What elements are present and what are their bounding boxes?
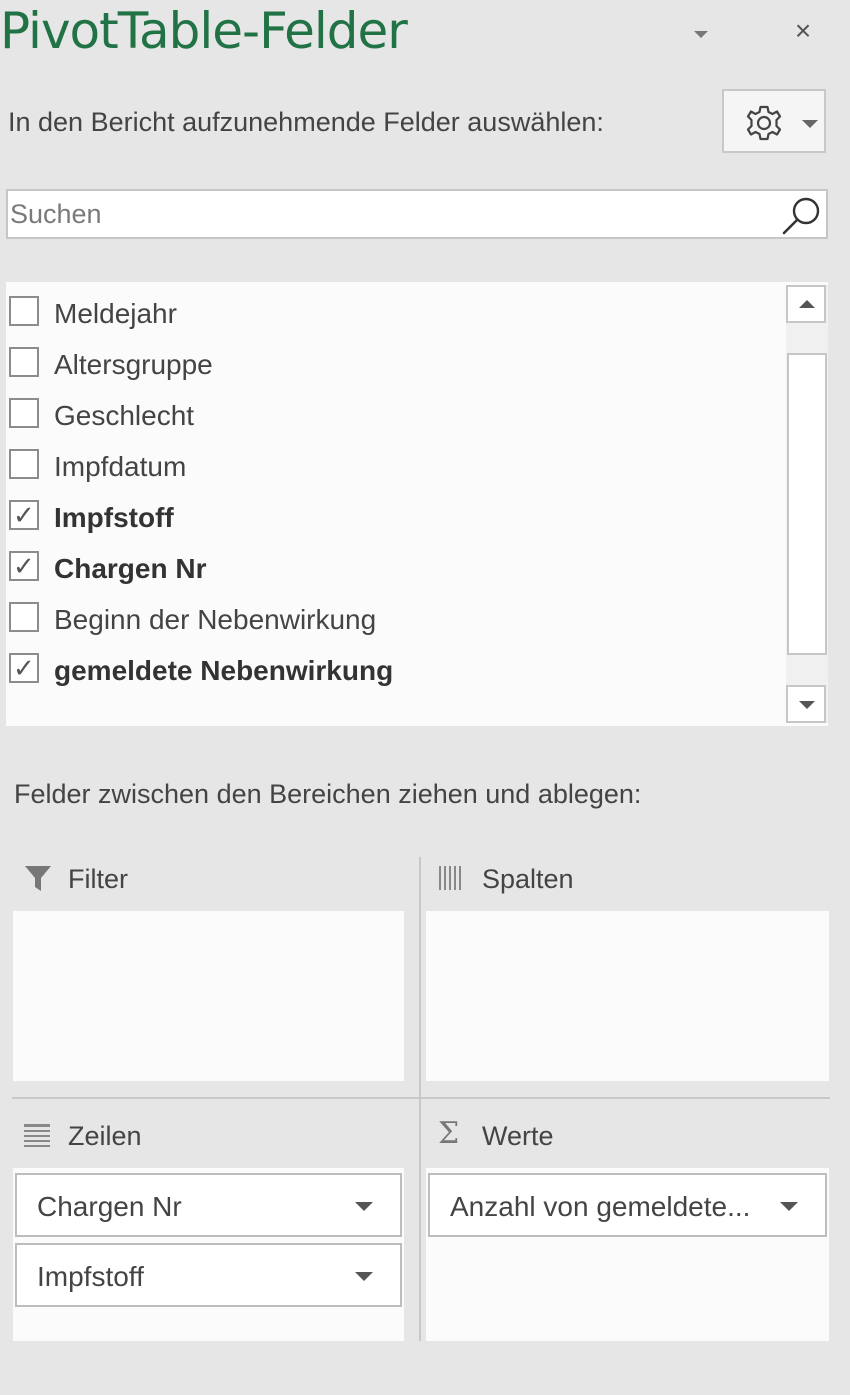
scrollbar-thumb[interactable] [787, 353, 827, 655]
field-item-impfstoff[interactable]: ✓ Impfstoff [6, 500, 776, 546]
area-divider-horizontal [12, 1097, 830, 1099]
field-checkbox[interactable] [9, 449, 39, 479]
columns-drop-zone[interactable] [426, 911, 829, 1081]
values-area-label: Werte [482, 1121, 554, 1151]
field-list-scrollbar[interactable] [786, 285, 828, 723]
field-item-impfdatum[interactable]: Impfdatum [6, 449, 776, 495]
field-item-beginn-der-nebenwirkung[interactable]: Beginn der Nebenwirkung [6, 602, 776, 648]
chip-label: Impfstoff [37, 1261, 144, 1292]
filter-area-label: Filter [68, 864, 128, 894]
checkmark-icon: ✓ [13, 500, 35, 530]
area-divider-vertical [419, 857, 421, 1341]
gear-icon [746, 105, 782, 141]
columns-area-label: Spalten [482, 864, 574, 894]
field-checkbox[interactable] [9, 296, 39, 326]
close-button[interactable]: × [788, 14, 818, 48]
field-label: Altersgruppe [54, 349, 213, 380]
field-label: Chargen Nr [54, 553, 207, 584]
chevron-down-icon [802, 120, 818, 128]
field-label: Meldejahr [54, 298, 177, 329]
chevron-down-icon[interactable] [355, 1202, 373, 1211]
search-box[interactable] [6, 189, 828, 239]
rows-field-chargen-nr[interactable]: Chargen Nr [15, 1173, 402, 1237]
filter-drop-zone[interactable] [13, 911, 404, 1081]
rows-icon [24, 1124, 50, 1147]
field-label: Geschlecht [54, 400, 195, 431]
field-item-chargen-nr[interactable]: ✓ Chargen Nr [6, 551, 776, 597]
filter-icon [25, 866, 51, 891]
chevron-down-icon[interactable] [780, 1202, 798, 1211]
field-label: Beginn der Nebenwirkung [54, 604, 377, 635]
scroll-down-button[interactable] [786, 685, 826, 723]
rows-field-impfstoff[interactable]: Impfstoff [15, 1243, 402, 1307]
field-label: gemeldete Nebenwirkung [54, 655, 394, 686]
field-checkbox[interactable]: ✓ [9, 653, 39, 683]
field-checkbox[interactable]: ✓ [9, 551, 39, 581]
chip-label: Chargen Nr [37, 1191, 182, 1222]
field-item-altersgruppe[interactable]: Altersgruppe [6, 347, 776, 393]
field-item-geschlecht[interactable]: Geschlecht [6, 398, 776, 444]
field-checkbox[interactable]: ✓ [9, 500, 39, 530]
search-input[interactable] [10, 191, 770, 237]
rows-area-label: Zeilen [68, 1121, 142, 1151]
rows-drop-zone[interactable]: Chargen Nr Impfstoff [13, 1168, 404, 1341]
checkmark-icon: ✓ [13, 653, 35, 683]
task-pane-options-dropdown[interactable] [692, 28, 710, 42]
chevron-down-icon[interactable] [355, 1272, 373, 1281]
choose-fields-label: In den Bericht aufzunehmende Felder ausw… [8, 107, 604, 137]
field-checkbox[interactable] [9, 347, 39, 377]
sigma-icon: Σ [438, 1116, 460, 1151]
search-icon[interactable] [780, 194, 824, 238]
field-checkbox[interactable] [9, 602, 39, 632]
field-label: Impfdatum [54, 451, 187, 482]
scroll-up-button[interactable] [786, 285, 826, 323]
areas-instruction: Felder zwischen den Bereichen ziehen und… [14, 779, 642, 809]
checkmark-icon: ✓ [13, 551, 35, 581]
tools-settings-button[interactable] [722, 89, 826, 153]
field-checkbox[interactable] [9, 398, 39, 428]
values-drop-zone[interactable]: Anzahl von gemeldete... [426, 1168, 829, 1341]
values-field-anzahl[interactable]: Anzahl von gemeldete... [428, 1173, 827, 1237]
field-label: Impfstoff [54, 502, 174, 533]
pane-title: PivotTable-Felder [0, 2, 408, 60]
field-item-meldejahr[interactable]: Meldejahr [6, 296, 776, 342]
columns-icon [439, 866, 461, 890]
chip-label: Anzahl von gemeldete... [450, 1191, 751, 1222]
field-list: Meldejahr Altersgruppe Geschlecht Impfda… [6, 282, 828, 726]
field-item-gemeldete-nebenwirkung[interactable]: ✓ gemeldete Nebenwirkung [6, 653, 776, 699]
